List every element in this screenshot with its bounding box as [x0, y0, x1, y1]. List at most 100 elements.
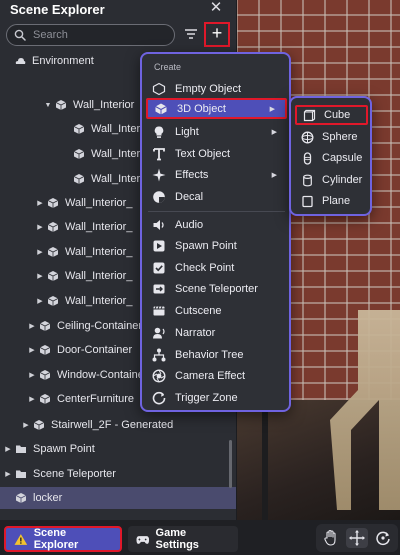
collapsed-arrow-icon[interactable]: ▶ — [4, 470, 12, 478]
camera-effect-icon — [152, 368, 166, 383]
object-icon — [47, 247, 59, 257]
menu-item-label: Camera Effect — [175, 369, 246, 382]
tree-item-locker[interactable]: ▶ locker — [0, 487, 236, 509]
3d-object-submenu: Cube Sphere Capsule Cylinder Plane — [289, 96, 372, 216]
tree-item-label: CenterFurniture — [57, 393, 135, 405]
submenu-item-label: Sphere — [322, 131, 358, 143]
menu-item-check-point[interactable]: Check Point — [146, 257, 287, 278]
collapsed-arrow-icon[interactable]: ▶ — [36, 297, 44, 305]
collapsed-arrow-icon[interactable]: ▶ — [28, 371, 36, 379]
menu-item-behavior-tree[interactable]: Behavior Tree — [146, 344, 287, 365]
submenu-item-cylinder[interactable]: Cylinder — [295, 170, 368, 190]
object-icon — [73, 149, 85, 159]
search-input[interactable] — [33, 27, 171, 43]
object-icon — [39, 394, 51, 404]
menu-item-spawn-point[interactable]: Spawn Point — [146, 235, 287, 256]
menu-item-label: Decal — [175, 190, 204, 203]
collapsed-arrow-icon[interactable]: ▶ — [36, 248, 44, 256]
hand-icon[interactable] — [320, 528, 342, 548]
submenu-item-label: Cylinder — [322, 174, 363, 186]
menu-item-label: Check Point — [175, 261, 235, 274]
menu-item-camera-effect[interactable]: Camera Effect — [146, 365, 287, 386]
add-object-button[interactable]: + — [204, 22, 230, 47]
collapsed-arrow-icon[interactable]: ▶ — [28, 395, 36, 403]
menu-item-trigger-zone[interactable]: Trigger Zone — [146, 387, 287, 408]
menu-item-label: Cutscene — [175, 304, 222, 317]
menu-item-empty-object[interactable]: Empty Object — [146, 78, 287, 99]
collapsed-arrow-icon[interactable]: ▶ — [4, 445, 12, 453]
tab-label: Game Settings — [155, 527, 199, 551]
submenu-item-label: Cube — [324, 109, 351, 121]
create-menu: Create Empty Object 3D Object ▶ Light ▶ … — [140, 52, 291, 412]
collapsed-arrow-icon[interactable]: ▶ — [36, 223, 44, 231]
tree-item-label: Wall_Interior_ — [65, 221, 133, 233]
menu-item-decal[interactable]: Decal — [146, 186, 287, 207]
menu-item-light[interactable]: Light ▶ — [146, 121, 287, 142]
menu-item-narrator[interactable]: Narrator — [146, 322, 287, 343]
move-icon[interactable] — [346, 528, 368, 548]
menu-item-scene-teleporter[interactable]: Scene Teleporter — [146, 278, 287, 299]
menu-item-cutscene[interactable]: Cutscene — [146, 300, 287, 321]
check-point-icon — [153, 262, 165, 273]
object-icon — [39, 370, 51, 380]
tab-label: Scene Explorer — [33, 527, 79, 551]
tab-scene-explorer[interactable]: Scene Explorer — [4, 526, 122, 552]
menu-item-label: Behavior Tree — [175, 348, 244, 361]
expanded-arrow-icon[interactable]: ▼ — [44, 102, 52, 109]
teleporter-icon — [153, 284, 165, 293]
tree-item-label: Door-Container — [57, 344, 133, 356]
object-icon — [47, 198, 59, 208]
menu-item-label: Light — [175, 125, 199, 138]
cube-outline-icon — [303, 109, 316, 121]
object-icon — [47, 296, 59, 306]
menu-item-label: Audio — [175, 218, 204, 231]
plane-icon — [302, 195, 313, 207]
menu-item-effects[interactable]: Effects ▶ — [146, 164, 287, 185]
submenu-item-sphere[interactable]: Sphere — [295, 127, 368, 147]
scrollbar[interactable] — [229, 440, 232, 488]
folder-icon — [16, 470, 26, 478]
menu-item-text-object[interactable]: Text Object — [146, 143, 287, 164]
collapsed-arrow-icon[interactable]: ▶ — [36, 199, 44, 207]
menu-item-audio[interactable]: Audio — [146, 214, 287, 235]
submenu-item-cube[interactable]: Cube — [295, 105, 368, 125]
sphere-icon — [301, 131, 314, 143]
cutscene-icon — [153, 305, 165, 315]
object-icon — [73, 174, 85, 184]
capsule-icon — [303, 151, 312, 165]
menu-item-label: Trigger Zone — [175, 391, 238, 404]
transform-tools — [316, 524, 398, 552]
warning-icon — [14, 533, 28, 545]
object-icon — [73, 124, 85, 134]
tree-item-label: Wall_Interior_ — [65, 270, 133, 282]
panel-title: Scene Explorer — [10, 2, 105, 17]
tree-item-spawn-point[interactable]: ▶ Spawn Point — [0, 438, 236, 460]
empty-object-icon — [152, 82, 166, 95]
menu-item-3d-object[interactable]: 3D Object ▶ — [146, 98, 287, 119]
tree-item-label: locker — [33, 492, 63, 504]
menu-item-label: Empty Object — [175, 82, 242, 95]
submenu-arrow-icon: ▶ — [271, 128, 277, 136]
menu-divider — [148, 211, 285, 212]
collapsed-arrow-icon[interactable]: ▶ — [22, 421, 30, 429]
submenu-item-plane[interactable]: Plane — [295, 191, 368, 211]
rotate-icon[interactable] — [372, 528, 394, 548]
filter-icon[interactable] — [182, 25, 200, 43]
tab-game-settings[interactable]: Game Settings — [128, 526, 238, 552]
tree-item-label: Environment — [32, 55, 94, 67]
sparkle-icon — [152, 168, 166, 181]
submenu-item-capsule[interactable]: Capsule — [295, 148, 368, 168]
folder-icon — [16, 445, 26, 453]
close-icon[interactable]: ✕ — [207, 0, 225, 18]
collapsed-arrow-icon[interactable]: ▶ — [36, 272, 44, 280]
collapsed-arrow-icon[interactable]: ▶ — [28, 346, 36, 354]
cylinder-icon — [303, 174, 312, 186]
trigger-zone-icon — [152, 391, 166, 404]
tree-item-label: Stairwell_2F - Generated — [51, 419, 174, 431]
tree-item-label: Wall_Interior — [73, 99, 135, 111]
tree-item-label: Wall_Interior_ — [65, 295, 133, 307]
tree-item-scene-teleporter[interactable]: ▶ Scene Teleporter — [0, 463, 236, 485]
tree-item-stairwell[interactable]: ▶ Stairwell_2F - Generated — [0, 414, 236, 436]
search-box[interactable] — [6, 24, 175, 46]
collapsed-arrow-icon[interactable]: ▶ — [28, 322, 36, 330]
